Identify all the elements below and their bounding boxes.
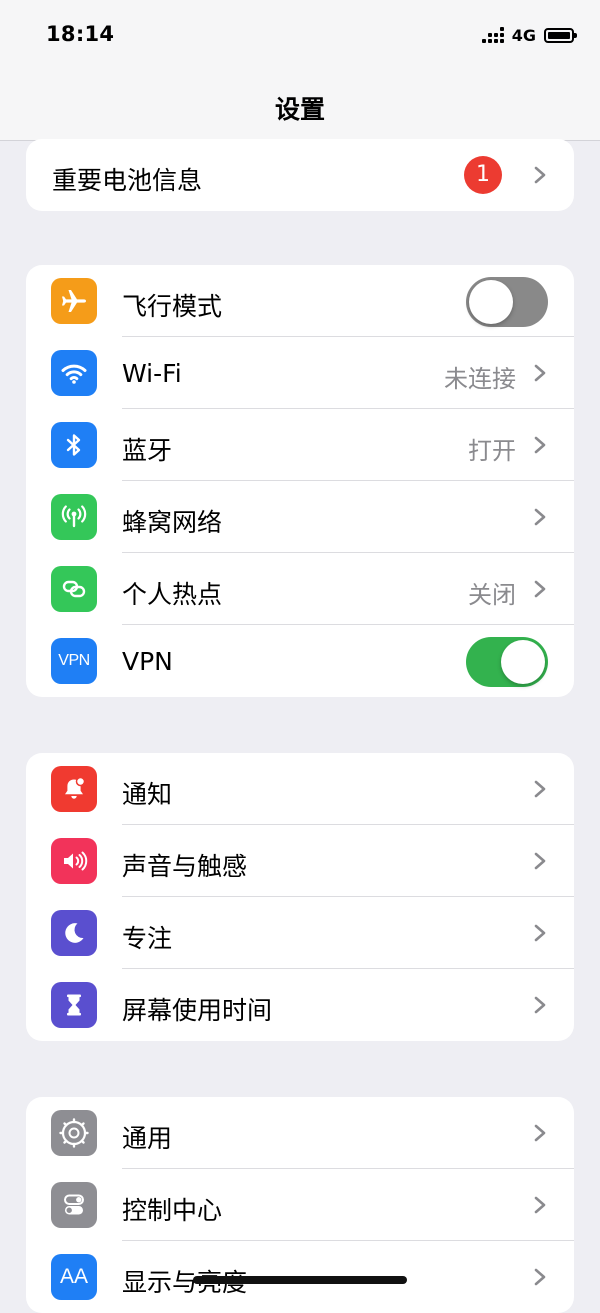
- page-title: 设置: [274, 95, 325, 124]
- vpn-toggle[interactable]: [466, 637, 548, 687]
- bluetooth-icon: [51, 422, 97, 468]
- chevron-right-icon: [534, 852, 546, 870]
- chevron-right-icon: [534, 580, 546, 598]
- personal-hotspot-row[interactable]: 个人热点 关闭: [26, 553, 574, 625]
- moon-icon: [51, 910, 97, 956]
- chevron-right-icon: [534, 1124, 546, 1142]
- status-time: 18:14: [46, 22, 115, 46]
- row-label: Wi-Fi: [122, 359, 182, 388]
- row-label: 重要电池信息: [52, 166, 203, 195]
- row-value: 未连接: [444, 365, 516, 393]
- focus-row[interactable]: 专注: [26, 897, 574, 969]
- vpn-icon-text: VPN: [58, 652, 90, 669]
- chevron-right-icon: [534, 166, 546, 184]
- row-label: 蜂窝网络: [122, 508, 223, 537]
- text-size-icon-text: AA: [59, 1265, 88, 1288]
- notifications-group: 通知 声音与触感 专注 屏幕使用时间: [26, 753, 574, 1041]
- gear-icon: [51, 1110, 97, 1156]
- chevron-right-icon: [534, 996, 546, 1014]
- important-battery-info-row[interactable]: 重要电池信息 1: [26, 139, 574, 211]
- row-value: 打开: [468, 437, 516, 465]
- row-label: 飞行模式: [122, 292, 223, 321]
- network-type: 4G: [511, 25, 536, 45]
- screen-time-row[interactable]: 屏幕使用时间: [26, 969, 574, 1041]
- speaker-icon: [51, 838, 97, 884]
- hourglass-icon: [51, 982, 97, 1028]
- row-label: 声音与触感: [122, 852, 248, 881]
- cellular-row[interactable]: 蜂窝网络: [26, 481, 574, 553]
- status-indicators: 4G: [481, 24, 577, 46]
- row-label: 控制中心: [122, 1196, 223, 1225]
- chevron-right-icon: [534, 1196, 546, 1214]
- vpn-row: VPN VPN: [26, 625, 574, 697]
- control-center-row[interactable]: 控制中心: [26, 1169, 574, 1241]
- row-label: 通知: [122, 780, 173, 809]
- row-label: 个人热点: [122, 580, 223, 609]
- chevron-right-icon: [534, 1268, 546, 1286]
- notification-badge: 1: [464, 156, 502, 194]
- vpn-icon: VPN: [51, 638, 97, 684]
- cellular-antenna-icon: [51, 494, 97, 540]
- toggles-icon: [51, 1182, 97, 1228]
- chevron-right-icon: [534, 508, 546, 526]
- chevron-right-icon: [534, 436, 546, 454]
- airplane-icon: [51, 278, 97, 324]
- battery-info-group: 重要电池信息 1: [26, 139, 574, 211]
- row-label: VPN: [122, 647, 173, 676]
- text-size-icon: AA: [51, 1254, 97, 1300]
- navigation-bar: 设置: [0, 70, 600, 141]
- home-indicator[interactable]: [193, 1276, 407, 1284]
- row-label: 专注: [122, 924, 173, 953]
- wifi-icon: [51, 350, 97, 396]
- chevron-right-icon: [534, 780, 546, 798]
- sounds-haptics-row[interactable]: 声音与触感: [26, 825, 574, 897]
- general-row[interactable]: 通用: [26, 1097, 574, 1169]
- row-label: 通用: [122, 1124, 173, 1153]
- signal-icon: [481, 27, 504, 43]
- row-label: 蓝牙: [122, 436, 173, 465]
- bluetooth-row[interactable]: 蓝牙 打开: [26, 409, 574, 481]
- row-label: 屏幕使用时间: [122, 996, 273, 1025]
- chevron-right-icon: [534, 924, 546, 942]
- chevron-right-icon: [534, 364, 546, 382]
- airplane-mode-toggle[interactable]: [466, 277, 548, 327]
- row-value: 关闭: [468, 581, 516, 609]
- connectivity-group: 飞行模式 Wi-Fi 未连接 蓝牙 打开 蜂窝网络 个人热点 关闭 VPN VP…: [26, 265, 574, 697]
- notifications-row[interactable]: 通知: [26, 753, 574, 825]
- bell-icon: [51, 766, 97, 812]
- wifi-row[interactable]: Wi-Fi 未连接: [26, 337, 574, 409]
- battery-icon: [544, 27, 577, 43]
- hotspot-link-icon: [51, 566, 97, 612]
- airplane-mode-row: 飞行模式: [26, 265, 574, 337]
- status-bar: 18:14 4G: [0, 0, 600, 70]
